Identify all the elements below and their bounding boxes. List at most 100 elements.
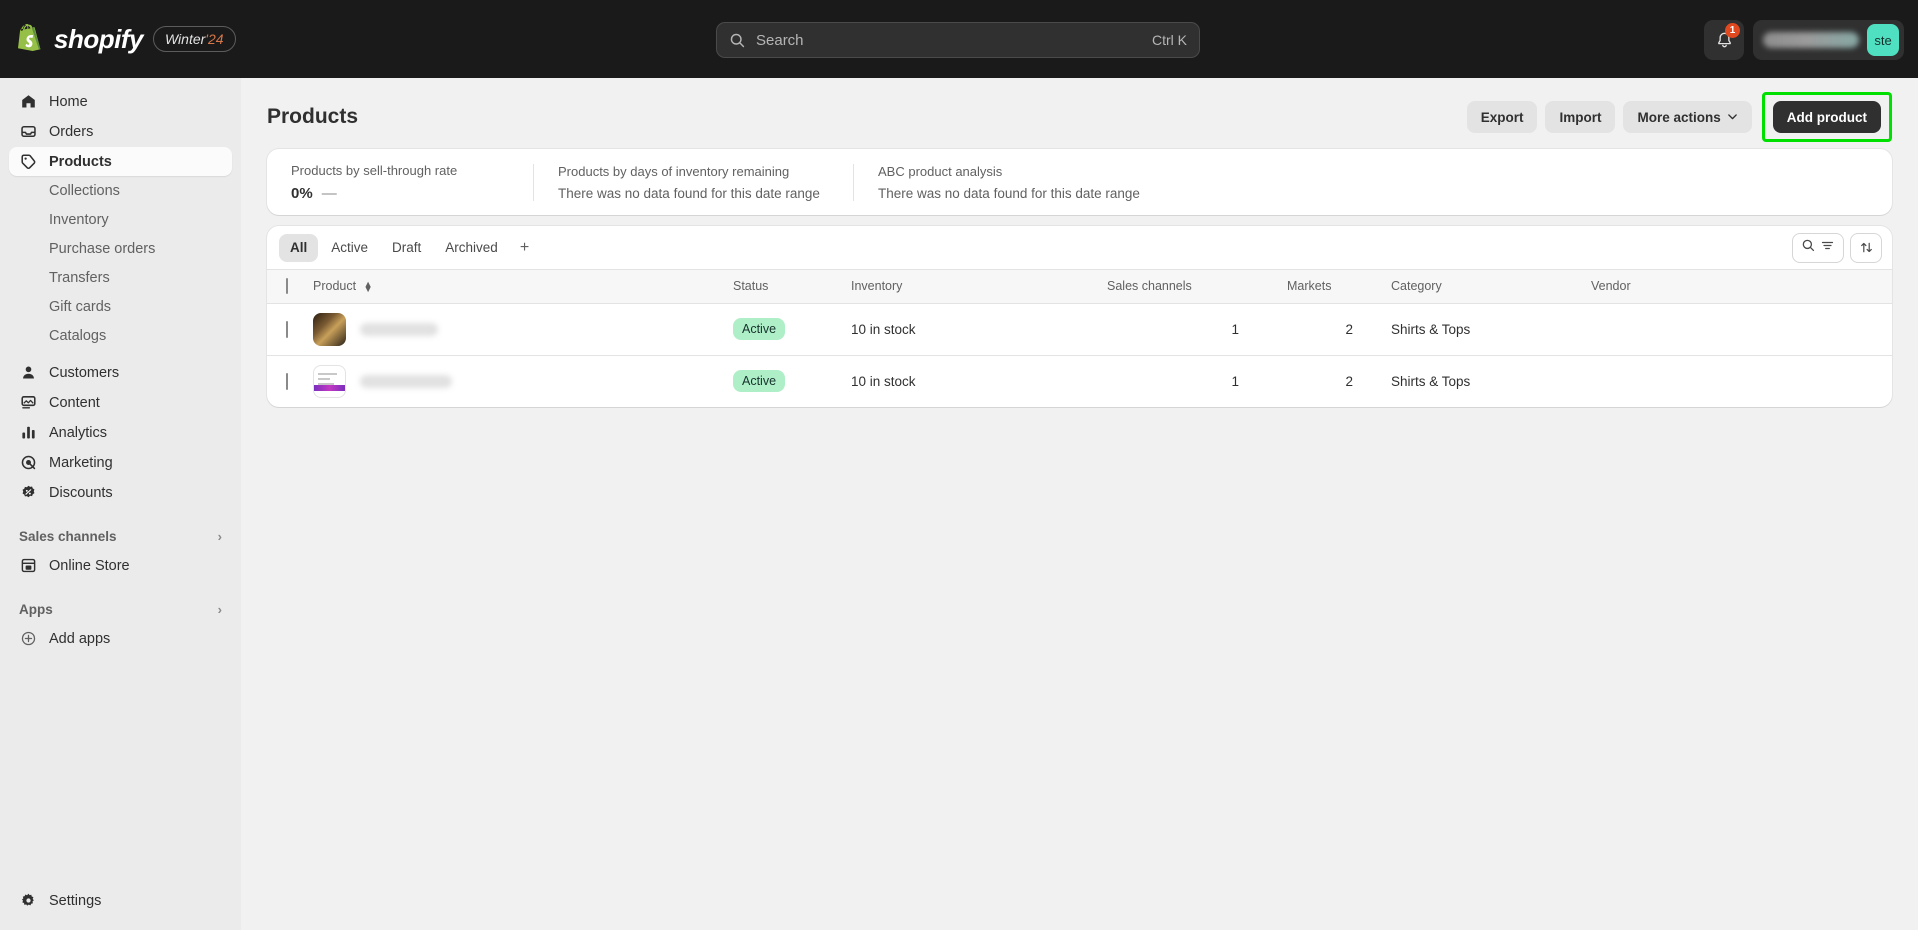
status-badge: Active bbox=[733, 318, 786, 340]
sidebar-item-orders[interactable]: Orders bbox=[9, 117, 232, 146]
sidebar-sub-label: Purchase orders bbox=[49, 241, 156, 257]
sidebar-item-label: Orders bbox=[49, 123, 94, 140]
brand-wordmark: shopify bbox=[54, 23, 143, 54]
discount-icon bbox=[19, 484, 37, 502]
notification-count-badge: 1 bbox=[1725, 23, 1740, 38]
row-checkbox[interactable] bbox=[286, 320, 288, 338]
product-name-redacted bbox=[360, 322, 438, 336]
vendor-cell bbox=[1591, 355, 1892, 407]
table-row[interactable]: Active 10 in stock 1 2 Shirts & Tops bbox=[267, 355, 1892, 407]
inventory-cell: 10 in stock bbox=[851, 303, 1101, 356]
category-cell: Shirts & Tops bbox=[1391, 303, 1591, 356]
vendor-cell bbox=[1591, 303, 1892, 356]
sidebar-item-collections[interactable]: Collections bbox=[9, 177, 232, 205]
shopify-brand[interactable]: shopify Winter '24 bbox=[14, 23, 236, 55]
store-icon bbox=[19, 557, 37, 575]
notifications-button[interactable]: 1 bbox=[1704, 20, 1744, 60]
tag-icon bbox=[19, 153, 37, 171]
sort-button[interactable] bbox=[1850, 232, 1882, 263]
table-head: Product ▲ ▼ Status Inventory Sales channe… bbox=[267, 270, 1892, 304]
page-title: Products bbox=[267, 105, 359, 128]
metric-empty-text: There was no data found for this date ra… bbox=[878, 185, 1140, 201]
sidebar-group-sales-channels[interactable]: Sales channels › bbox=[9, 523, 232, 549]
sidebar-item-label: Analytics bbox=[49, 424, 108, 441]
main-content: Products Export Import More actions Add … bbox=[241, 78, 1918, 930]
filter-icon[interactable] bbox=[1820, 238, 1835, 258]
metric-abc-analysis[interactable]: ABC product analysis There was no data f… bbox=[853, 163, 1892, 201]
sidebar-item-marketing[interactable]: Marketing bbox=[9, 448, 232, 477]
sidebar-item-catalogs[interactable]: Catalogs bbox=[9, 322, 232, 350]
sidebar-item-analytics[interactable]: Analytics bbox=[9, 418, 232, 447]
row-checkbox[interactable] bbox=[286, 372, 288, 390]
sidebar-item-purchase-orders[interactable]: Purchase orders bbox=[9, 235, 232, 263]
store-switcher[interactable]: ste bbox=[1753, 20, 1904, 60]
column-header-status: Status bbox=[733, 270, 851, 304]
home-icon bbox=[19, 93, 37, 111]
target-icon bbox=[19, 454, 37, 472]
plus-circle-icon bbox=[19, 630, 37, 648]
select-all-checkbox[interactable] bbox=[286, 278, 288, 295]
gear-icon bbox=[19, 892, 37, 910]
select-all-header bbox=[267, 270, 313, 304]
orders-icon bbox=[19, 123, 37, 141]
add-product-button[interactable]: Add product bbox=[1772, 101, 1881, 133]
sidebar-item-inventory[interactable]: Inventory bbox=[9, 206, 232, 234]
table-row[interactable]: Active 10 in stock 1 2 Shirts & Tops bbox=[267, 303, 1892, 356]
sidebar-item-label: Add apps bbox=[49, 630, 111, 647]
sidebar-item-customers[interactable]: Customers bbox=[9, 358, 232, 387]
metric-label: ABC product analysis bbox=[878, 163, 1003, 179]
add-product-highlight: Add product bbox=[1761, 92, 1892, 142]
sidebar-item-content[interactable]: Content bbox=[9, 388, 232, 417]
export-button[interactable]: Export bbox=[1466, 101, 1538, 133]
sidebar-sub-label: Collections bbox=[49, 183, 120, 199]
top-bar-right: 1 ste bbox=[1704, 20, 1904, 60]
sidebar-item-label: Customers bbox=[49, 364, 120, 381]
search-icon bbox=[729, 32, 746, 49]
sidebar-item-label: Content bbox=[49, 394, 100, 411]
sidebar-item-home[interactable]: Home bbox=[9, 87, 232, 116]
sidebar-item-settings[interactable]: Settings bbox=[9, 886, 232, 915]
sidebar-item-add-apps[interactable]: Add apps bbox=[9, 624, 232, 653]
search-icon[interactable] bbox=[1801, 238, 1816, 258]
metric-label: Products by days of inventory remaining bbox=[558, 163, 790, 179]
sidebar-item-gift-cards[interactable]: Gift cards bbox=[9, 293, 232, 321]
products-table-card: All Active Draft Archived + Product ▲ ▼ … bbox=[267, 226, 1892, 407]
markets-cell: 2 bbox=[1281, 303, 1391, 356]
import-button[interactable]: Import bbox=[1545, 101, 1616, 133]
sidebar-item-label: Products bbox=[49, 153, 112, 170]
column-header-product[interactable]: Product ▲ ▼ bbox=[313, 270, 733, 304]
metric-delta: — bbox=[321, 184, 337, 202]
sidebar-item-label: Discounts bbox=[49, 484, 113, 501]
tab-active[interactable]: Active bbox=[320, 234, 379, 262]
store-name-redacted bbox=[1763, 32, 1859, 48]
sidebar-item-products[interactable]: Products bbox=[9, 147, 232, 176]
metric-days-of-inventory[interactable]: Products by days of inventory remaining … bbox=[533, 163, 853, 201]
sidebar-group-apps[interactable]: Apps › bbox=[9, 596, 232, 622]
tab-archived[interactable]: Archived bbox=[434, 234, 509, 262]
tab-draft[interactable]: Draft bbox=[381, 234, 432, 262]
sidebar-item-label: Home bbox=[49, 93, 88, 110]
content-icon bbox=[19, 394, 37, 412]
tab-all[interactable]: All bbox=[279, 233, 319, 262]
metric-sell-through-rate[interactable]: Products by sell-through rate 0% — bbox=[267, 163, 533, 202]
row-select-cell bbox=[267, 303, 313, 356]
search-and-filter-group[interactable] bbox=[1792, 232, 1844, 263]
row-select-cell bbox=[267, 355, 313, 407]
sales-channels-cell: 1 bbox=[1101, 303, 1281, 356]
product-thumbnail bbox=[313, 312, 346, 346]
bar-chart-icon bbox=[19, 424, 37, 442]
more-actions-button[interactable]: More actions bbox=[1623, 101, 1752, 133]
sort-caret-icon: ▲ ▼ bbox=[363, 278, 373, 294]
sidebar-item-discounts[interactable]: Discounts bbox=[9, 478, 232, 507]
version-badge[interactable]: Winter '24 bbox=[152, 26, 236, 52]
sidebar-item-label: Online Store bbox=[49, 557, 130, 574]
global-search[interactable]: Ctrl K bbox=[716, 22, 1200, 58]
metric-label: Products by sell-through rate bbox=[291, 162, 458, 178]
sidebar-item-label: Marketing bbox=[49, 454, 113, 471]
search-input[interactable] bbox=[756, 31, 1152, 49]
add-view-button[interactable]: + bbox=[511, 239, 538, 257]
sidebar-item-online-store[interactable]: Online Store bbox=[9, 551, 232, 580]
chevron-down-icon bbox=[1727, 110, 1738, 125]
sidebar-item-transfers[interactable]: Transfers bbox=[9, 264, 232, 292]
product-cell bbox=[313, 303, 733, 356]
